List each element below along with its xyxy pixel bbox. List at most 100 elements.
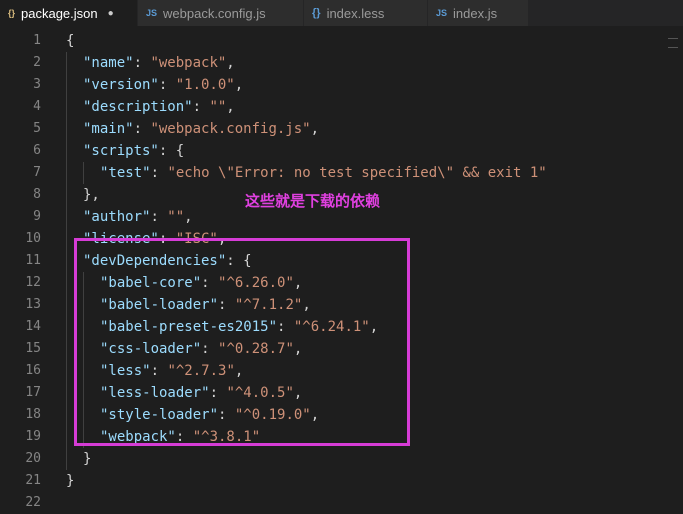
indent-guide <box>66 140 67 162</box>
code-text: "scripts": { <box>83 140 184 162</box>
code-text: }, <box>83 184 100 206</box>
code-text: { <box>66 30 74 52</box>
indent-guide <box>66 118 67 140</box>
indent-guide <box>66 228 67 250</box>
json-punctuation: : <box>133 55 151 71</box>
json-key: "main" <box>83 121 134 137</box>
code-line[interactable]: 2 "name": "webpack", <box>0 52 683 74</box>
code-text: "name": "webpack", <box>83 52 235 74</box>
line-number: 19 <box>25 429 41 444</box>
code-line[interactable]: 20} <box>0 448 683 470</box>
line-number: 10 <box>25 231 41 246</box>
tab-label: index.js <box>453 5 498 21</box>
line-number: 4 <box>33 99 41 114</box>
less-file-icon: {} <box>312 7 321 19</box>
json-punctuation: : { <box>158 143 185 159</box>
json-punctuation: , <box>310 121 320 137</box>
tab-label: index.less <box>326 5 385 21</box>
line-number: 18 <box>25 407 41 422</box>
line-number: 20 <box>25 451 41 466</box>
indent-guide <box>66 294 67 316</box>
json-string: "" <box>209 99 227 115</box>
code-text: "author": "", <box>83 206 193 228</box>
code-line[interactable]: 3 "version": "1.0.0", <box>0 74 683 96</box>
json-file-icon: {} <box>8 8 16 18</box>
json-punctuation: } <box>66 473 75 489</box>
json-punctuation: , <box>234 77 244 93</box>
code-line[interactable]: 7 "test": "echo \"Error: no test specifie… <box>0 162 683 184</box>
indent-guide <box>66 206 67 228</box>
code-text: "test": "echo \"Error: no test specified… <box>100 162 547 184</box>
indent-guide <box>66 272 67 294</box>
minimap-indicator-icon[interactable] <box>668 38 678 48</box>
code-line[interactable]: 21} <box>0 470 683 492</box>
indent-guide <box>66 184 67 206</box>
line-number: 22 <box>25 495 41 510</box>
dev-dependencies-highlight-box <box>74 238 410 446</box>
json-key: "version" <box>83 77 159 93</box>
json-key: "scripts" <box>83 143 159 159</box>
json-key: "description" <box>83 99 193 115</box>
json-punctuation: , <box>226 99 235 115</box>
indent-guide <box>66 52 67 74</box>
code-line[interactable]: 4 "description": "", <box>0 96 683 118</box>
json-punctuation: : <box>150 165 168 181</box>
indent-guide <box>66 360 67 382</box>
line-number: 21 <box>25 473 41 488</box>
tab-label: package.json <box>21 5 98 21</box>
unsaved-dot-icon[interactable]: ● <box>108 8 114 19</box>
indent-guide <box>66 426 67 448</box>
indent-guide <box>66 448 67 470</box>
line-number: 7 <box>33 165 41 180</box>
js-file-icon: JS <box>146 8 158 18</box>
indent-guide <box>66 316 67 338</box>
indent-guide <box>66 74 67 96</box>
code-text: "description": "", <box>83 96 235 118</box>
code-text: "version": "1.0.0", <box>83 74 243 96</box>
annotation-text: 这些就是下载的依赖 <box>245 192 381 210</box>
json-punctuation: { <box>66 33 75 49</box>
js-file-icon: JS <box>436 8 448 18</box>
code-line[interactable]: 5 "main": "webpack.config.js", <box>0 118 683 140</box>
line-number: 1 <box>33 33 41 48</box>
code-line[interactable]: 6 "scripts": { <box>0 140 683 162</box>
tab-package-json[interactable]: {} package.json ● <box>0 0 138 26</box>
indent-guide <box>83 162 84 184</box>
line-number: 3 <box>33 77 41 92</box>
code-line[interactable]: 22 <box>0 492 683 514</box>
code-line[interactable]: 1{ <box>0 30 683 52</box>
json-punctuation: : <box>158 77 176 93</box>
json-punctuation: , <box>184 209 193 225</box>
line-number: 14 <box>25 319 41 334</box>
json-punctuation: : <box>150 209 168 225</box>
json-string: "webpack" <box>150 55 227 71</box>
json-key: "test" <box>100 165 151 181</box>
tab-index-less[interactable]: {} index.less <box>304 0 428 26</box>
line-number: 5 <box>33 121 41 136</box>
json-punctuation: , <box>226 55 235 71</box>
json-string: "webpack.config.js" <box>150 121 311 137</box>
indent-guide <box>66 96 67 118</box>
json-string: "1.0.0" <box>175 77 235 93</box>
json-punctuation: } <box>83 451 92 467</box>
tab-label: webpack.config.js <box>163 5 266 21</box>
line-number: 8 <box>33 187 41 202</box>
line-number: 11 <box>25 253 41 268</box>
json-string: "" <box>167 209 185 225</box>
json-key: "name" <box>83 55 134 71</box>
indent-guide <box>66 162 67 184</box>
tab-bar: {} package.json ● JS webpack.config.js {… <box>0 0 683 26</box>
line-number: 17 <box>25 385 41 400</box>
line-number: 13 <box>25 297 41 312</box>
code-text: "main": "webpack.config.js", <box>83 118 319 140</box>
line-number: 15 <box>25 341 41 356</box>
line-number: 6 <box>33 143 41 158</box>
tab-webpack-config-js[interactable]: JS webpack.config.js <box>138 0 304 26</box>
indent-guide <box>66 382 67 404</box>
indent-guide <box>66 404 67 426</box>
tab-index-js[interactable]: JS index.js <box>428 0 529 26</box>
line-number: 9 <box>33 209 41 224</box>
json-punctuation: : <box>192 99 210 115</box>
code-text: } <box>83 448 91 470</box>
json-punctuation: }, <box>83 187 100 203</box>
